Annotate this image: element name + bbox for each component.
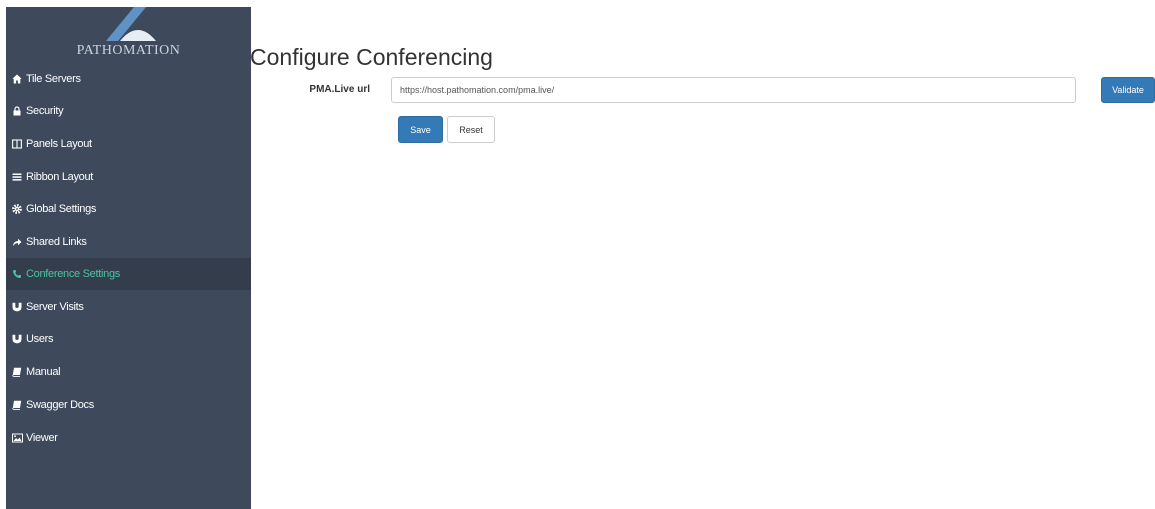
- sidebar-item-label: Server Visits: [26, 301, 84, 313]
- share-icon: [11, 236, 23, 248]
- sidebar-item-label: Global Settings: [26, 203, 97, 215]
- book-icon: [11, 399, 23, 411]
- brand-logo[interactable]: PATHOMATION: [6, 7, 251, 67]
- sidebar-item-label: Panels Layout: [26, 138, 92, 150]
- sidebar-item-manual[interactable]: Manual: [6, 356, 251, 388]
- sidebar-item-tile-servers[interactable]: Tile Servers: [6, 63, 251, 95]
- sidebar-item-label: Conference Settings: [26, 268, 120, 280]
- page-title: Configure Conferencing: [250, 44, 493, 70]
- sidebar-item-ribbon-layout[interactable]: Ribbon Layout: [6, 161, 251, 193]
- phone-icon: [11, 268, 23, 280]
- sidebar-item-label: Users: [26, 333, 54, 345]
- sidebar-item-label: Ribbon Layout: [26, 171, 94, 183]
- sidebar-item-users[interactable]: Users: [6, 323, 251, 355]
- users-icon: [11, 333, 23, 345]
- columns-icon: [11, 138, 23, 150]
- sidebar-item-viewer[interactable]: Viewer: [6, 422, 251, 454]
- sidebar-item-panels-layout[interactable]: Panels Layout: [6, 128, 251, 160]
- sidebar: PATHOMATION Tile Servers Security Panels…: [6, 7, 251, 509]
- sidebar-item-label: Swagger Docs: [26, 399, 94, 411]
- logo-mark-icon: [106, 7, 156, 41]
- sidebar-item-global-settings[interactable]: Global Settings: [6, 193, 251, 225]
- image-icon: [11, 432, 23, 444]
- sidebar-item-label: Manual: [26, 366, 61, 378]
- sidebar-item-label: Viewer: [26, 432, 58, 444]
- users-icon: [11, 301, 23, 313]
- sidebar-item-server-visits[interactable]: Server Visits: [6, 291, 251, 323]
- home-icon: [11, 73, 23, 85]
- lock-icon: [11, 105, 23, 117]
- sidebar-item-label: Shared Links: [26, 236, 87, 248]
- bars-icon: [11, 171, 23, 183]
- sidebar-item-conference-settings[interactable]: Conference Settings: [6, 258, 251, 290]
- reset-button[interactable]: Reset: [447, 116, 495, 143]
- save-button[interactable]: Save: [398, 116, 443, 143]
- pma-live-url-input[interactable]: [391, 77, 1076, 103]
- gear-icon: [11, 203, 23, 215]
- sidebar-item-swagger-docs[interactable]: Swagger Docs: [6, 389, 251, 421]
- book-icon: [11, 366, 23, 378]
- sidebar-item-label: Security: [26, 105, 64, 117]
- brand-name: PATHOMATION: [76, 43, 181, 58]
- sidebar-item-security[interactable]: Security: [6, 95, 251, 127]
- validate-button[interactable]: Validate: [1101, 77, 1155, 103]
- pma-live-url-label: PMA.Live url: [309, 84, 370, 95]
- sidebar-item-label: Tile Servers: [26, 73, 81, 85]
- sidebar-item-shared-links[interactable]: Shared Links: [6, 226, 251, 258]
